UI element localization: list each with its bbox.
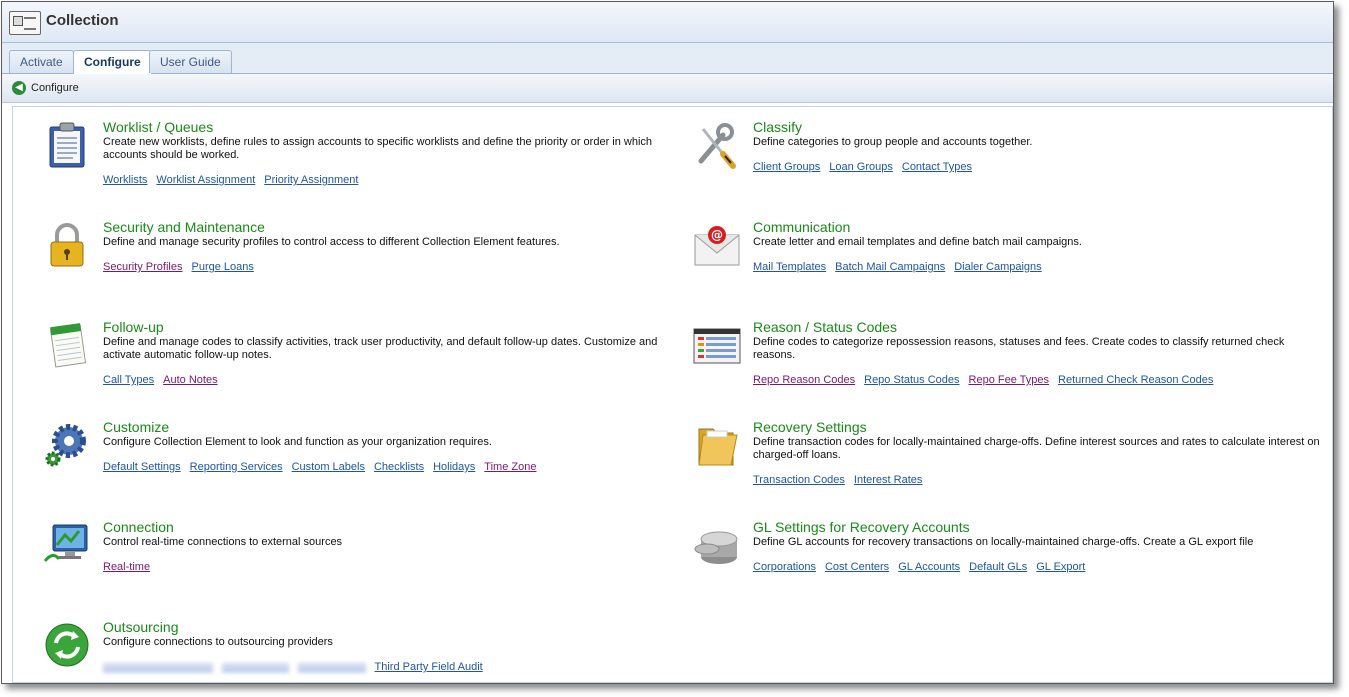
configure-panel: Worklist / Queues Create new worklists, …: [12, 106, 1333, 683]
link-repo-fee-types[interactable]: Repo Fee Types: [969, 374, 1050, 386]
svg-text:@: @: [711, 228, 723, 242]
section-description: Define and manage codes to classify acti…: [103, 336, 658, 361]
section-title: Classify: [753, 119, 803, 135]
section-title: Connection: [103, 519, 174, 535]
section-description: Define transaction codes for locally-mai…: [753, 436, 1320, 461]
link-client-groups[interactable]: Client Groups: [753, 161, 820, 173]
link-priority-assignment[interactable]: Priority Assignment: [264, 174, 358, 186]
link-holidays[interactable]: Holidays: [433, 461, 475, 473]
section-description: Define categories to group people and ac…: [753, 136, 1033, 148]
section-title: Reason / Status Codes: [753, 319, 897, 335]
section-links: Mail Templates Batch Mail Campaigns Dialer…: [753, 261, 1051, 273]
notepad-icon: [49, 323, 87, 368]
link-returned-check-reason-codes[interactable]: Returned Check Reason Codes: [1058, 374, 1213, 386]
tab-user-guide[interactable]: User Guide: [149, 50, 232, 73]
padlock-icon: [50, 223, 84, 267]
title-bar: Collection: [2, 2, 1333, 43]
tab-bar: Activate Configure User Guide: [2, 43, 1333, 74]
section-links: Transaction Codes Interest Rates: [753, 474, 931, 486]
link-repo-reason-codes[interactable]: Repo Reason Codes: [753, 374, 855, 386]
link-default-settings[interactable]: Default Settings: [103, 461, 181, 473]
link-custom-labels[interactable]: Custom Labels: [292, 461, 365, 473]
link-time-zone[interactable]: Time Zone: [484, 461, 536, 473]
section-title: Follow-up: [103, 319, 164, 335]
section-links: Real-time: [103, 561, 159, 573]
app-title: Collection: [46, 12, 119, 29]
section-description: Create letter and email templates and de…: [753, 236, 1082, 248]
email-envelope-icon: @: [694, 226, 740, 266]
spreadsheet-icon: [693, 328, 741, 364]
breadcrumb: Configure: [31, 82, 79, 94]
link-repo-status-codes[interactable]: Repo Status Codes: [864, 374, 959, 386]
link-dialer-campaigns[interactable]: Dialer Campaigns: [954, 261, 1041, 273]
link-loan-groups[interactable]: Loan Groups: [829, 161, 893, 173]
gears-icon: [45, 424, 86, 467]
tab-activate[interactable]: Activate: [9, 50, 74, 73]
link-gl-export[interactable]: GL Export: [1036, 561, 1085, 573]
link-real-time[interactable]: Real-time: [103, 561, 150, 573]
link-corporations[interactable]: Corporations: [753, 561, 816, 573]
link-cost-centers[interactable]: Cost Centers: [825, 561, 889, 573]
section-description: Define and manage security profiles to c…: [103, 236, 560, 248]
link-worklist-assignment[interactable]: Worklist Assignment: [156, 174, 255, 186]
link-call-types[interactable]: Call Types: [103, 374, 154, 386]
section-title: Customize: [103, 419, 170, 435]
link-purge-loans[interactable]: Purge Loans: [191, 261, 253, 273]
link-redacted-2[interactable]: [222, 662, 290, 672]
section-title: GL Settings for Recovery Accounts: [753, 519, 970, 535]
section-title: Communication: [753, 219, 851, 235]
section-description: Define codes to categorize repossession …: [753, 336, 1285, 361]
link-gl-accounts[interactable]: GL Accounts: [898, 561, 960, 573]
link-auto-notes[interactable]: Auto Notes: [163, 374, 217, 386]
tools-icon: [698, 123, 736, 169]
monitor-network-icon: [43, 524, 88, 562]
coin-stack-icon: [694, 531, 738, 564]
section-links: Corporations Cost Centers GL Accounts Defau…: [753, 561, 1094, 573]
link-security-profiles[interactable]: Security Profiles: [103, 261, 182, 273]
link-worklists[interactable]: Worklists: [103, 174, 147, 186]
section-links: Repo Reason Codes Repo Status Codes Repo F…: [753, 374, 1222, 386]
link-default-gls[interactable]: Default GLs: [969, 561, 1027, 573]
section-links: Client Groups Loan Groups Contact Types: [753, 161, 981, 173]
link-transaction-codes[interactable]: Transaction Codes: [753, 474, 845, 486]
folder-icon: [698, 428, 738, 466]
section-description: Configure Collection Element to look and…: [103, 436, 492, 448]
section-links: Default Settings Reporting Services Custom…: [103, 461, 545, 473]
link-batch-mail-campaigns[interactable]: Batch Mail Campaigns: [835, 261, 945, 273]
clipboard-icon: [49, 122, 85, 168]
section-title: Outsourcing: [103, 619, 179, 635]
link-redacted-1[interactable]: ​: [103, 662, 214, 672]
link-reporting-services[interactable]: Reporting Services: [190, 461, 283, 473]
link-interest-rates[interactable]: Interest Rates: [854, 474, 922, 486]
link-mail-templates[interactable]: Mail Templates: [753, 261, 826, 273]
section-title: Security and Maintenance: [103, 219, 265, 235]
app-window: Collection Activate Configure User Guide…: [1, 1, 1334, 684]
link-redacted-3[interactable]: [298, 662, 366, 672]
section-title: Recovery Settings: [753, 419, 867, 435]
section-description: Control real-time connections to externa…: [103, 536, 343, 548]
link-third-party-field-audit[interactable]: Third Party Field Audit: [375, 661, 483, 673]
section-links: Security Profiles Purge Loans: [103, 261, 263, 273]
section-description: Define GL accounts for recovery transact…: [753, 536, 1254, 548]
section-links: Worklists Worklist Assignment Priority Ass…: [103, 174, 367, 186]
collection-app-icon: [9, 11, 41, 35]
section-links: ​ Third Party Field Audit: [103, 661, 492, 673]
section-title: Worklist / Queues: [103, 119, 214, 135]
tab-configure[interactable]: Configure: [73, 50, 152, 74]
sync-arrows-icon: [45, 623, 89, 667]
link-checklists[interactable]: Checklists: [374, 461, 424, 473]
section-links: Call Types Auto Notes: [103, 374, 227, 386]
link-contact-types[interactable]: Contact Types: [902, 161, 972, 173]
breadcrumb-bar: ◀ Configure: [2, 74, 1333, 103]
section-description: Create new worklists, define rules to as…: [103, 136, 653, 161]
back-arrow-icon[interactable]: ◀: [12, 81, 26, 95]
section-description: Configure connections to outsourcing pro…: [103, 636, 333, 648]
